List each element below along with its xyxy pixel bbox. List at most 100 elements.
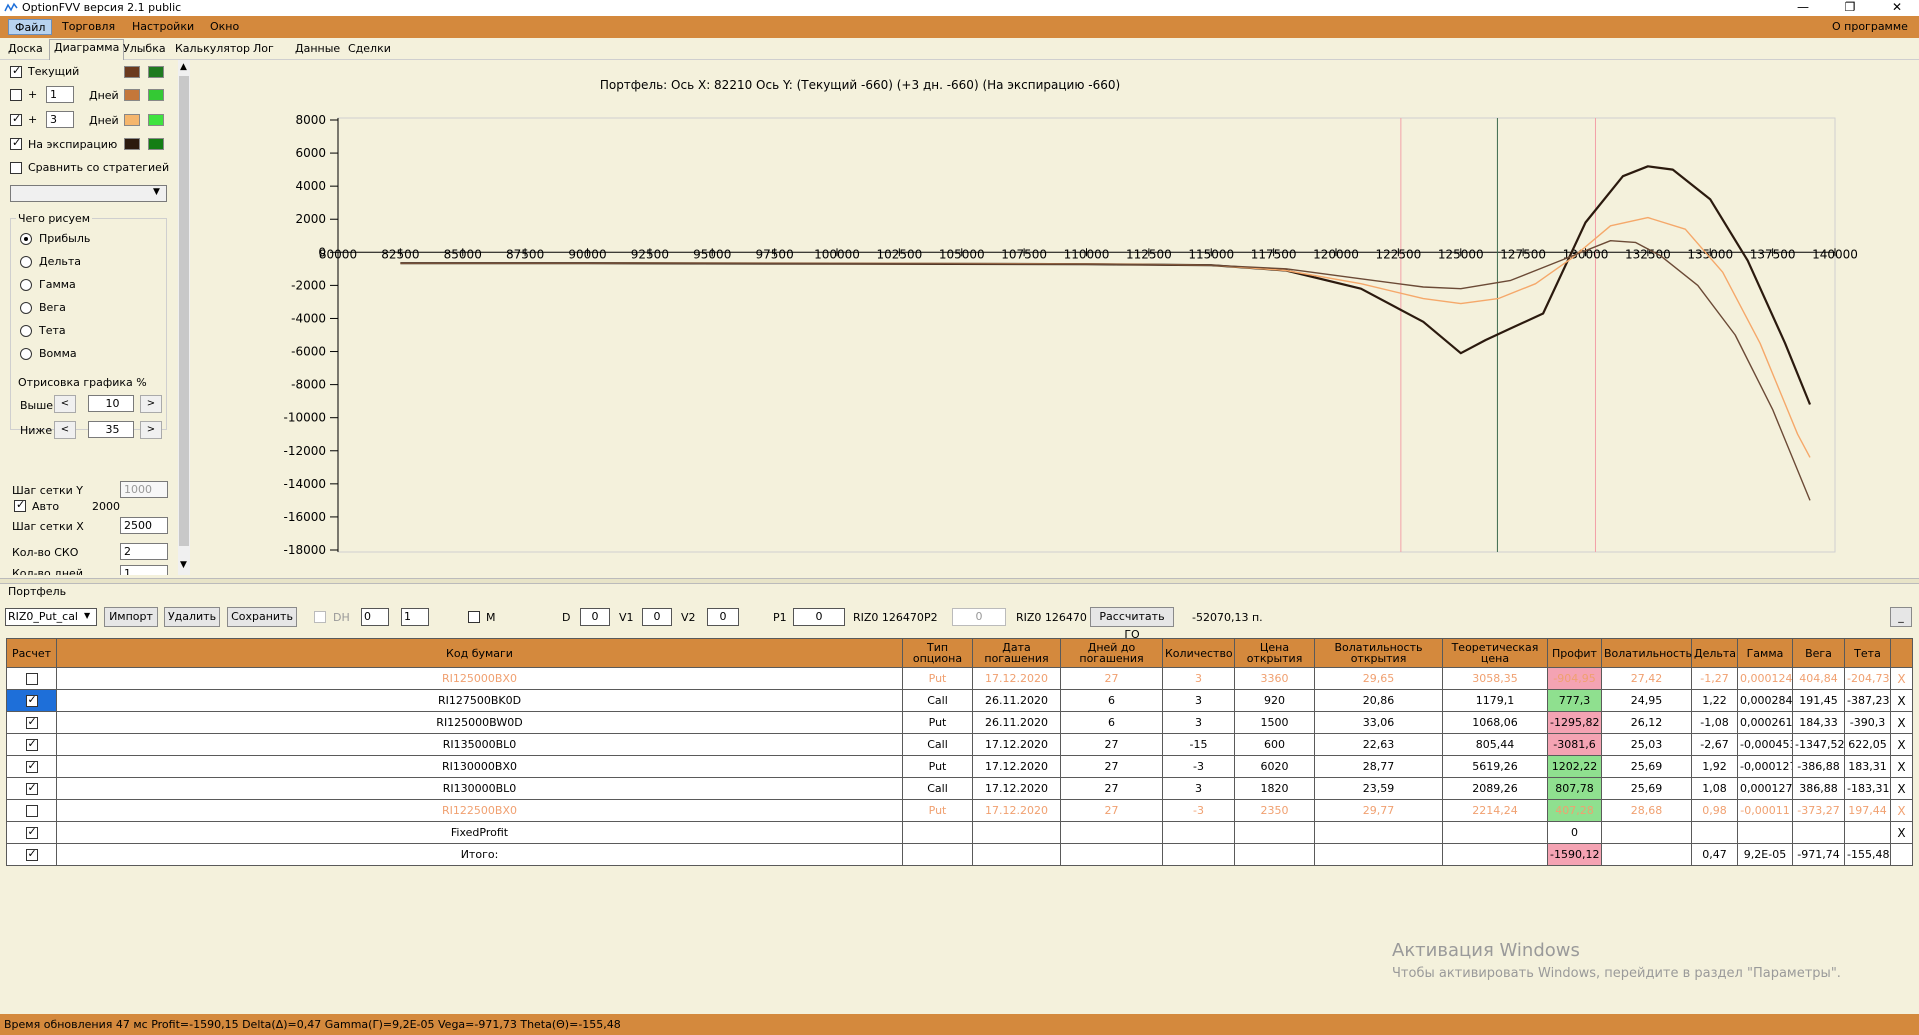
column-header-4[interactable]: Дней до погашения [1060, 638, 1163, 668]
column-header-14[interactable]: Тета [1844, 638, 1891, 668]
remove-row-icon[interactable]: X [1890, 799, 1913, 822]
strategy-select[interactable] [10, 185, 167, 202]
panel-splitter[interactable] [0, 578, 1919, 584]
dh-checkbox[interactable] [314, 611, 326, 623]
column-header-7[interactable]: Волатильность открытия [1314, 638, 1443, 668]
calc-checkbox[interactable] [25, 759, 38, 773]
calc-checkbox[interactable] [25, 781, 38, 795]
table-row[interactable]: RI135000BL0Call17.12.202027-1560022,6380… [6, 733, 1913, 756]
menu-trading[interactable]: Торговля [56, 19, 121, 35]
calc-checkbox[interactable] [25, 847, 38, 861]
gridx-input[interactable]: 2500 [120, 517, 168, 534]
table-row[interactable]: RI125000BW0DPut26.11.202063150033,061068… [6, 711, 1913, 734]
current-color-a[interactable] [124, 66, 140, 78]
auto-checkbox[interactable] [14, 498, 26, 512]
expiry-color-a[interactable] [124, 138, 140, 150]
calc-checkbox[interactable] [25, 693, 38, 707]
p1-input[interactable]: 0 [793, 608, 845, 626]
import-button[interactable]: Импорт [104, 607, 158, 627]
calc-cell[interactable] [6, 777, 57, 800]
remove-row-icon[interactable]: X [1890, 689, 1913, 712]
calc-cell[interactable] [6, 755, 57, 778]
below-increase-button[interactable]: > [140, 421, 162, 439]
current-checkbox[interactable] [10, 64, 22, 78]
days1-input[interactable]: 1 [46, 86, 74, 103]
column-header-5[interactable]: Количество [1162, 638, 1235, 668]
tab-calculator[interactable]: Калькулятор [171, 41, 254, 59]
radio-profit[interactable] [20, 233, 32, 245]
remove-row-icon[interactable]: X [1890, 821, 1913, 844]
below-decrease-button[interactable]: < [54, 421, 76, 439]
tab-board[interactable]: Доска [4, 41, 47, 59]
radio-theta[interactable] [20, 325, 32, 337]
calc-cell[interactable] [6, 821, 57, 844]
close-icon[interactable]: ✕ [1882, 0, 1912, 16]
calc-checkbox[interactable] [25, 805, 38, 817]
calc-cell[interactable] [6, 667, 57, 690]
calc-checkbox[interactable] [25, 825, 38, 839]
scroll-down-icon[interactable]: ▼ [180, 560, 187, 570]
radio-delta[interactable] [20, 256, 32, 268]
compare-checkbox[interactable] [10, 162, 22, 174]
tab-data[interactable]: Данные [291, 41, 344, 59]
column-header-10[interactable]: Волатильность [1601, 638, 1692, 668]
expiry-checkbox[interactable] [10, 136, 22, 150]
dh-spin1[interactable]: 0 [361, 608, 389, 626]
calc-checkbox[interactable] [25, 715, 38, 729]
remove-row-icon[interactable]: X [1890, 733, 1913, 756]
table-row[interactable]: RI130000BX0Put17.12.202027-3602028,77561… [6, 755, 1913, 778]
column-header-2[interactable]: Тип опциона [902, 638, 973, 668]
restore-icon[interactable]: ❐ [1835, 0, 1865, 16]
table-row[interactable]: RI125000BX0 Put 17.12.2020 27 3 3360 29,65 3058… [6, 667, 1913, 690]
radio-vomma[interactable] [20, 348, 32, 360]
days1-checkbox[interactable] [10, 89, 22, 101]
calc-checkbox[interactable] [25, 673, 38, 685]
v1-input[interactable]: 0 [642, 608, 672, 626]
scroll-thumb[interactable] [179, 76, 189, 546]
tab-deals[interactable]: Сделки [344, 41, 395, 59]
remove-row-icon[interactable] [1890, 843, 1913, 866]
column-header-15[interactable] [1890, 638, 1913, 668]
radio-vega[interactable] [20, 302, 32, 314]
days-cut-input[interactable]: 1 [120, 565, 168, 575]
delete-button[interactable]: Удалить [164, 607, 220, 627]
tab-smile[interactable]: Улыбка [119, 41, 170, 59]
table-row[interactable]: FixedProfit 0 X [6, 821, 1913, 844]
save-button[interactable]: Сохранить [227, 607, 297, 627]
expiry-color-b[interactable] [148, 138, 164, 150]
days2-color-b[interactable] [148, 114, 164, 126]
p2-input[interactable]: 0 [952, 608, 1006, 626]
column-header-12[interactable]: Гамма [1737, 638, 1793, 668]
below-input[interactable]: 35 [88, 421, 134, 438]
column-header-8[interactable]: Теоретическая цена [1442, 638, 1548, 668]
minimize-portfolio-button[interactable]: _ [1890, 607, 1912, 627]
table-row[interactable]: RI130000BL0Call17.12.2020273182023,59208… [6, 777, 1913, 800]
column-header-9[interactable]: Профит [1547, 638, 1602, 668]
v2-input[interactable]: 0 [707, 608, 739, 626]
column-header-3[interactable]: Дата погашения [972, 638, 1061, 668]
chart-svg[interactable]: 80006000400020000-2000-4000-6000-8000-10… [195, 60, 1919, 575]
table-row[interactable]: RI127500BK0DCall26.11.20206392020,861179… [6, 689, 1913, 712]
days2-color-a[interactable] [124, 114, 140, 126]
above-decrease-button[interactable]: < [54, 395, 76, 413]
calc-cell[interactable] [6, 711, 57, 734]
table-row[interactable]: Итого: -1590,12 0,479,2E-05-971,74-155,48 [6, 843, 1913, 866]
d-input[interactable]: 0 [580, 608, 610, 626]
menu-window[interactable]: Окно [204, 19, 245, 35]
calc-cell[interactable] [6, 843, 57, 866]
column-header-13[interactable]: Вега [1792, 638, 1845, 668]
column-header-6[interactable]: Цена открытия [1234, 638, 1315, 668]
gridy-input[interactable]: 1000 [120, 481, 168, 498]
column-header-11[interactable]: Дельта [1691, 638, 1738, 668]
remove-row-icon[interactable]: X [1890, 777, 1913, 800]
current-color-b[interactable] [148, 66, 164, 78]
table-row[interactable]: RI122500BX0 Put 17.12.2020 27 -3 2350 29,77 221… [6, 799, 1913, 822]
days1-color-a[interactable] [124, 89, 140, 101]
column-header-1[interactable]: Код бумаги [56, 638, 903, 668]
left-panel-scrollbar[interactable]: ▲ ▼ [178, 60, 190, 575]
days2-input[interactable]: 3 [46, 111, 74, 128]
dh-spin2[interactable]: 1 [401, 608, 429, 626]
remove-row-icon[interactable]: X [1890, 667, 1913, 690]
calc-cell[interactable] [6, 799, 57, 822]
days2-checkbox[interactable] [10, 112, 22, 126]
